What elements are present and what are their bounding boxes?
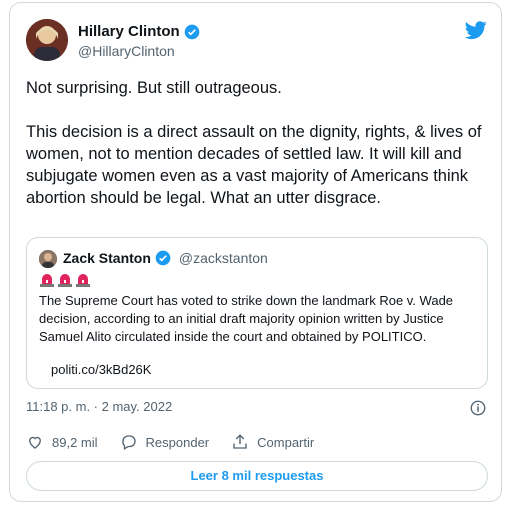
quoted-author-avatar[interactable] [39,250,57,268]
verified-icon [184,24,200,40]
author-name[interactable]: Hillary Clinton [78,23,200,40]
siren-icon [76,274,90,287]
author-handle[interactable]: @HillaryClinton [78,43,175,59]
quoted-text: The Supreme Court has voted to strike do… [39,293,454,344]
siren-icon [58,274,72,287]
siren-icon [40,274,54,287]
like-count: 89,2 mil [52,434,98,450]
tweet-text-line-2: This decision is a direct assault on the… [26,123,482,207]
twitter-bird-icon[interactable] [464,19,487,41]
quoted-author-handle[interactable]: @zackstanton [179,250,268,266]
quoted-author[interactable]: Zack Stanton @zackstanton [63,250,268,266]
quoted-author-name[interactable]: Zack Stanton [63,250,151,266]
share-icon [233,434,247,449]
tweet-timestamp[interactable]: 11:18 p. m. · 2 may. 2022 [26,399,172,414]
author-name-text[interactable]: Hillary Clinton [78,23,180,40]
reply-icon [121,435,136,450]
share-label: Compartir [257,434,315,450]
action-bar: 89,2 mil Responder Compartir [26,433,336,451]
like-button[interactable]: 89,2 mil [26,433,98,451]
author-avatar[interactable] [26,19,68,61]
tweet-text-line-1: Not surprising. But still outrageous. [26,79,282,97]
heart-icon [29,436,41,449]
verified-icon [155,250,171,266]
read-replies-button[interactable]: Leer 8 mil respuestas [26,461,488,491]
tweet-card: Hillary Clinton @HillaryClinton Not surp… [9,2,502,502]
share-button[interactable]: Compartir [231,433,314,451]
quoted-link[interactable]: politi.co/3kBd26K [51,362,151,377]
tweet-body: Not surprising. But still outrageous. Th… [26,77,488,231]
info-icon[interactable] [469,399,487,417]
siren-emojis [39,272,91,288]
reply-button[interactable]: Responder [120,433,210,451]
quoted-tweet[interactable]: Zack Stanton @zackstanton The Supreme Co… [26,237,488,389]
reply-label: Responder [145,434,210,450]
